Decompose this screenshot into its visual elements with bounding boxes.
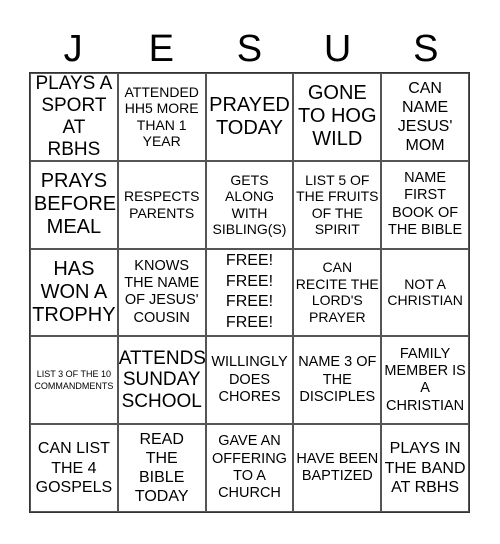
header-letter-s: S xyxy=(236,28,263,70)
bingo-cell[interactable]: GAVE AN OFFERING TO A CHURCH xyxy=(205,424,294,512)
cell-text: NOT A CHRISTIAN xyxy=(387,275,463,309)
cell-text: PRAYED TODAY xyxy=(209,93,290,139)
bingo-cell[interactable]: ATTENDED HH5 MORE THAN 1 YEAR xyxy=(117,73,206,161)
bingo-cell[interactable]: HAS WON A TROPHY xyxy=(30,248,118,337)
cell-text: ATTENDED HH5 MORE THAN 1 YEAR xyxy=(124,83,199,150)
bingo-cell[interactable]: READ THE BIBLE TODAY xyxy=(117,424,206,512)
cell-text: PRAYS BEFORE MEAL xyxy=(33,170,117,239)
bingo-cell[interactable]: GONE TO HOG WILD xyxy=(293,73,382,161)
free-space[interactable]: FREE! FREE! FREE! FREE! xyxy=(205,248,294,337)
bingo-cell[interactable]: PLAYS IN THE BAND AT RBHS xyxy=(381,424,469,512)
bingo-cell[interactable]: NOT A CHRISTIAN xyxy=(381,248,469,337)
bingo-cell[interactable]: KNOWS THE NAME OF JESUS' COUSIN xyxy=(117,248,206,337)
bingo-cell[interactable]: HAVE BEEN BAPTIZED xyxy=(293,424,382,512)
bingo-cell[interactable]: PLAYS A SPORT AT RBHS xyxy=(30,73,118,161)
cell-text: NAME FIRST BOOK OF THE BIBLE xyxy=(388,169,463,239)
bingo-cell[interactable]: CAN LIST THE 4 GOSPELS xyxy=(30,424,118,512)
cell-text: WILLINGLY DOES CHORES xyxy=(211,354,288,405)
cell-text: NAME 3 OF THE DISCIPLES xyxy=(298,354,377,405)
cell-text: LIST 3 OF THE 10 COMMANDMENTS xyxy=(34,369,114,392)
header-letter-s2: S xyxy=(413,28,439,70)
cell-text: GAVE AN OFFERING TO A CHURCH xyxy=(212,433,287,502)
bingo-cell[interactable]: PRAYED TODAY xyxy=(205,73,294,161)
header-letter-j: J xyxy=(63,28,83,70)
cell-text: FAMILY MEMBER IS A CHRISTIAN xyxy=(384,345,466,414)
bingo-cell[interactable]: GETS ALONG WITH SIBLING(S) xyxy=(205,160,294,249)
cell-text: LIST 5 OF THE FRUITS OF THE SPIRIT xyxy=(296,171,379,238)
cell-text: CAN NAME JESUS' MOM xyxy=(397,79,453,155)
cell-text: PLAYS IN THE BAND AT RBHS xyxy=(384,440,466,496)
cell-text: GONE TO HOG WILD xyxy=(298,82,377,151)
bingo-cell[interactable]: PRAYS BEFORE MEAL xyxy=(30,160,118,249)
bingo-cell[interactable]: LIST 3 OF THE 10 COMMANDMENTS xyxy=(30,336,118,425)
cell-text: GETS ALONG WITH SIBLING(S) xyxy=(212,171,287,238)
cell-text: RESPECTS PARENTS xyxy=(123,188,200,221)
cell-text: ATTENDS SUNDAY SCHOOL xyxy=(118,347,206,413)
bingo-board: PLAYS A SPORT AT RBHS ATTENDED HH5 MORE … xyxy=(29,72,470,513)
bingo-cell[interactable]: NAME 3 OF THE DISCIPLES xyxy=(293,336,382,425)
bingo-cell[interactable]: WILLINGLY DOES CHORES xyxy=(205,336,294,425)
cell-text: PLAYS A SPORT AT RBHS xyxy=(35,73,113,160)
header-letter-u: U xyxy=(323,28,352,70)
bingo-cell[interactable]: CAN RECITE THE LORD'S PRAYER xyxy=(293,248,382,337)
bingo-cell[interactable]: ATTENDS SUNDAY SCHOOL xyxy=(117,336,206,425)
bingo-header: J E S U S xyxy=(29,26,470,72)
bingo-cell[interactable]: LIST 5 OF THE FRUITS OF THE SPIRIT xyxy=(293,160,382,249)
cell-text: HAVE BEEN BAPTIZED xyxy=(296,450,379,485)
bingo-cell[interactable]: CAN NAME JESUS' MOM xyxy=(381,73,469,161)
cell-text: CAN LIST THE 4 GOSPELS xyxy=(35,440,113,496)
bingo-cell[interactable]: FAMILY MEMBER IS A CHRISTIAN xyxy=(381,336,469,425)
cell-text: CAN RECITE THE LORD'S PRAYER xyxy=(295,259,379,325)
header-letter-e: E xyxy=(148,28,174,70)
cell-text: HAS WON A TROPHY xyxy=(32,257,116,326)
cell-text: FREE! FREE! FREE! FREE! xyxy=(225,251,274,332)
bingo-cell[interactable]: RESPECTS PARENTS xyxy=(117,160,206,249)
cell-text: KNOWS THE NAME OF JESUS' COUSIN xyxy=(124,257,200,326)
bingo-cell[interactable]: NAME FIRST BOOK OF THE BIBLE xyxy=(381,160,469,249)
cell-text: READ THE BIBLE TODAY xyxy=(134,430,189,506)
